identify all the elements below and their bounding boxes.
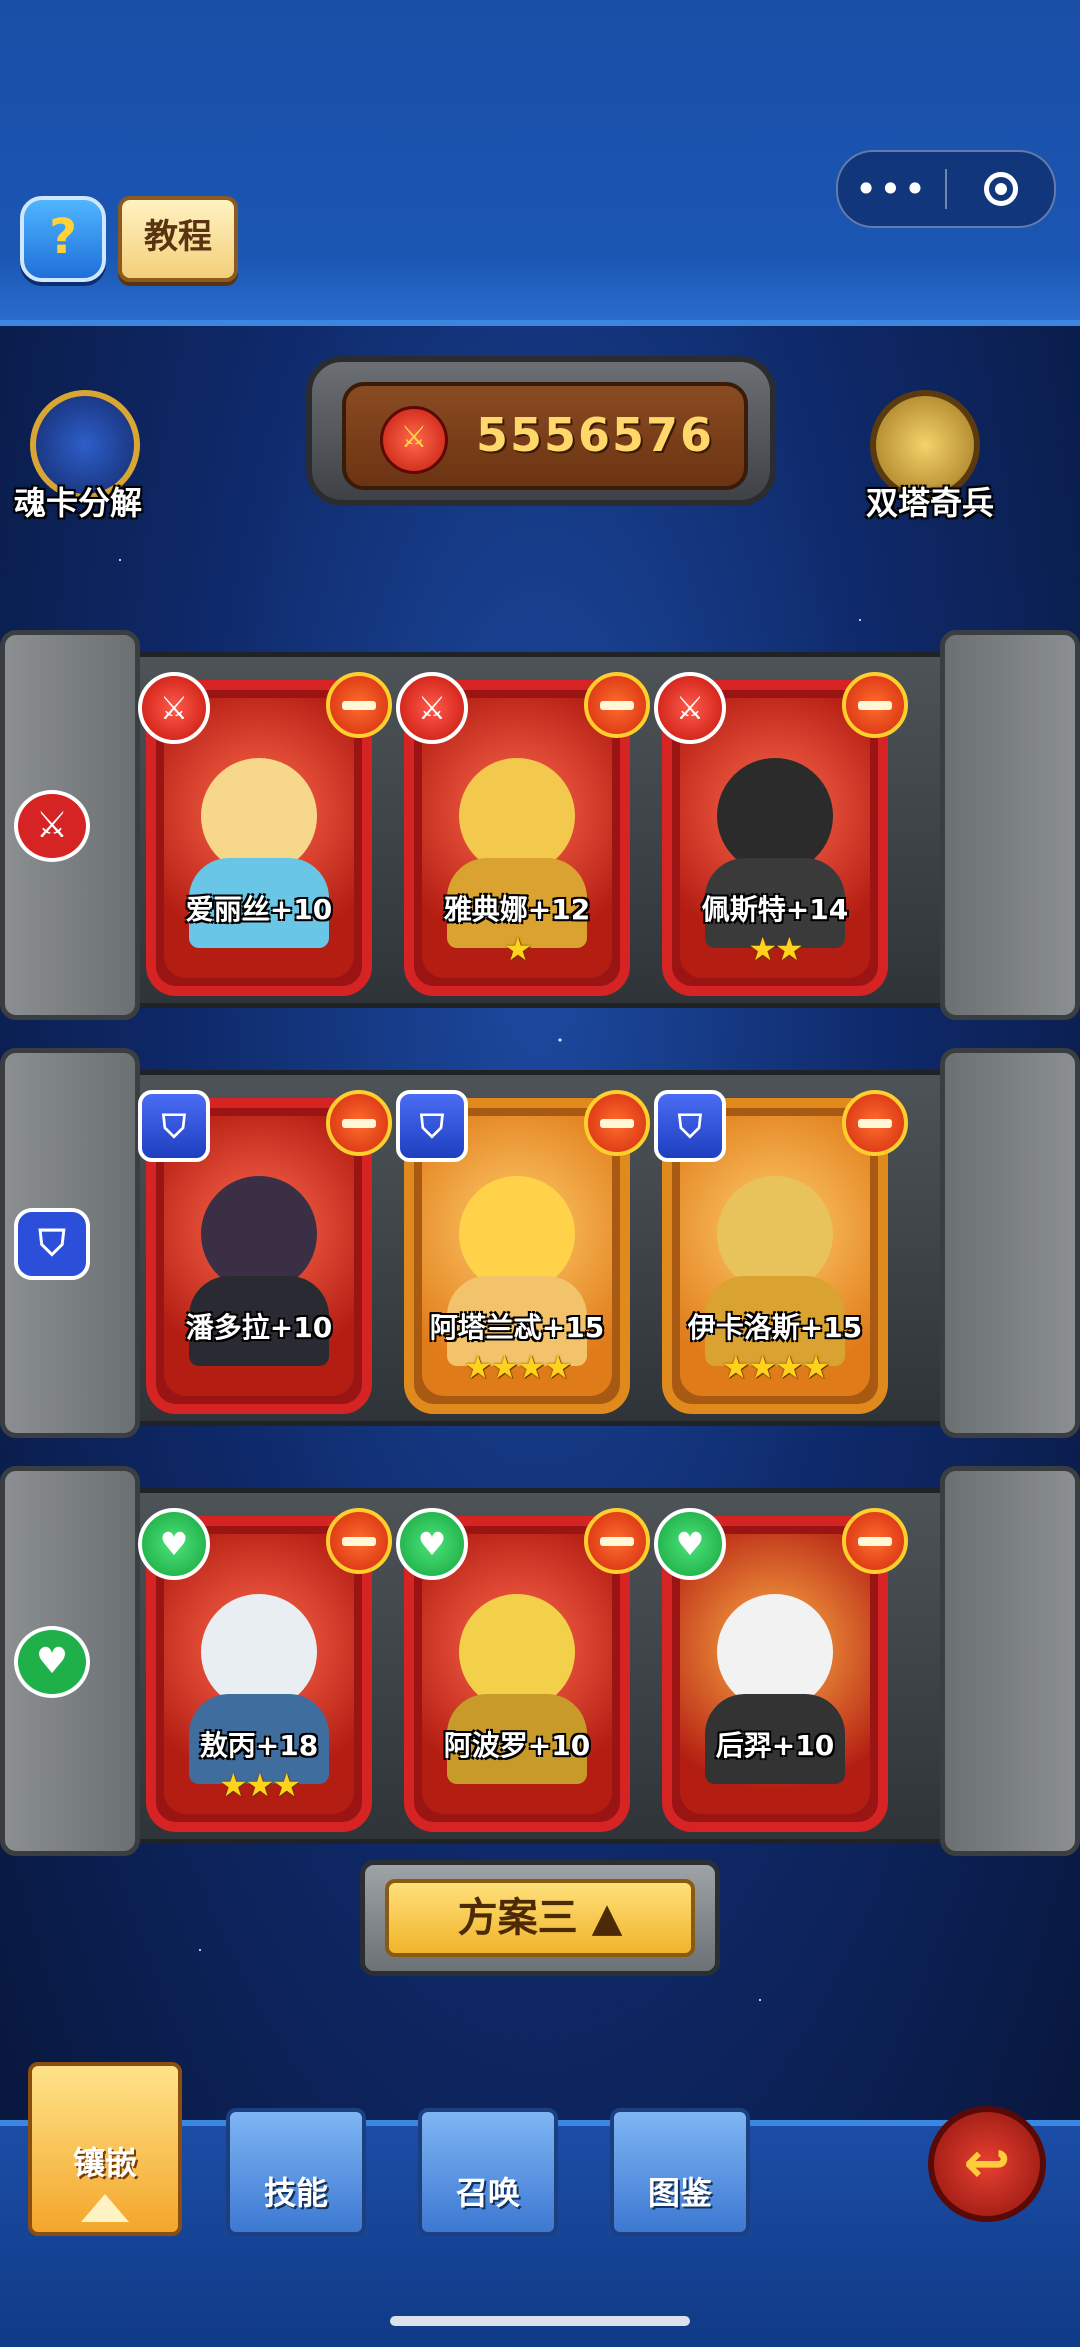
tab-skills[interactable]: 技能 (226, 2108, 366, 2236)
help-button[interactable]: ? (20, 196, 106, 282)
heal-heart-icon: ♥ (654, 1508, 726, 1580)
tab-summon[interactable]: 召唤 (418, 2108, 558, 2236)
remove-hero-button[interactable] (326, 1508, 392, 1574)
team-row-attack: ⚔ 爱丽丝+10 ⚔ 雅典娜+12 ★ ⚔ 佩斯特+14 ★★ ⚔ (0, 630, 1080, 1020)
defense-shield-icon: ⛉ (654, 1090, 726, 1162)
row-right-cap[interactable] (940, 1466, 1080, 1856)
defense-shield-icon: ⛉ (396, 1090, 468, 1162)
attack-sword-icon: ⚔ (654, 672, 726, 744)
remove-hero-button[interactable] (326, 672, 392, 738)
hero-portrait (680, 1534, 870, 1814)
close-target-icon[interactable] (947, 172, 1054, 206)
hero-stars: ★★★ (218, 1766, 301, 1804)
home-indicator (390, 2316, 690, 2326)
heal-heart-icon: ♥ (138, 1508, 210, 1580)
tab-inlay[interactable]: 镶嵌 (28, 2062, 182, 2236)
hero-stars: ★★★★ (721, 1348, 831, 1386)
defense-shield-icon: ⛉ (14, 1208, 90, 1280)
power-score-plate: ⚔ 5556576 (306, 356, 776, 506)
hero-head (459, 1176, 575, 1292)
hero-name: 后羿+10 (715, 1729, 835, 1762)
remove-hero-button[interactable] (842, 672, 908, 738)
remove-hero-button[interactable] (842, 1090, 908, 1156)
soul-card-decompose-label: 魂卡分解 (14, 484, 143, 522)
heal-heart-icon: ♥ (396, 1508, 468, 1580)
team-row-defense: ⛉ 潘多拉+10 ⛉ 阿塔兰忒+15 ★★★★ ⛉ 伊卡洛斯+15 ★★★★ ⛉ (0, 1048, 1080, 1438)
hero-stars: ★★ (748, 930, 803, 968)
power-score-value: 5556576 (476, 408, 715, 462)
remove-hero-button[interactable] (584, 1090, 650, 1156)
hero-head (717, 758, 833, 874)
more-menu-icon[interactable]: ••• (838, 152, 945, 226)
crossed-swords-icon: ⚔ (380, 406, 448, 474)
remove-hero-button[interactable] (842, 1508, 908, 1574)
hero-head (717, 1594, 833, 1710)
active-tab-arrow-icon (81, 2194, 129, 2222)
hero-head (201, 1176, 317, 1292)
tab-label: 镶嵌 (72, 2144, 137, 2182)
heal-heart-icon: ♥ (14, 1626, 90, 1698)
plan-selector-button[interactable]: 方案三 ▲ (360, 1860, 720, 1976)
hero-name: 阿塔兰忒+15 (429, 1311, 605, 1344)
tab-codex[interactable]: 图鉴 (610, 2108, 750, 2236)
hero-name: 雅典娜+12 (443, 893, 591, 926)
hero-stars: ★★★★ (463, 1348, 573, 1386)
hero-head (201, 1594, 317, 1710)
remove-hero-button[interactable] (326, 1090, 392, 1156)
hero-name: 佩斯特+14 (701, 893, 849, 926)
hero-name: 伊卡洛斯+15 (687, 1311, 863, 1344)
remove-hero-button[interactable] (584, 672, 650, 738)
hero-head (717, 1176, 833, 1292)
hero-head (201, 758, 317, 874)
defense-shield-icon: ⛉ (138, 1090, 210, 1162)
hero-name: 阿波罗+10 (443, 1729, 591, 1762)
attack-sword-icon: ⚔ (14, 790, 90, 862)
hero-name: 敖丙+18 (199, 1729, 319, 1762)
back-return-icon[interactable]: ↩ (928, 2106, 1046, 2222)
hero-head (459, 1594, 575, 1710)
row-right-cap[interactable] (940, 1048, 1080, 1438)
attack-sword-icon: ⚔ (138, 672, 210, 744)
tab-label: 技能 (263, 2174, 328, 2212)
power-score-inner: ⚔ 5556576 (342, 382, 748, 490)
hero-portrait (422, 1534, 612, 1814)
hero-stars: ★ (503, 930, 533, 968)
twin-towers-label: 双塔奇兵 (866, 484, 995, 522)
tutorial-button[interactable]: 教程 (118, 196, 238, 282)
plan-selector-label: 方案三 ▲ (385, 1879, 695, 1957)
remove-hero-button[interactable] (584, 1508, 650, 1574)
hero-name: 爱丽丝+10 (185, 893, 333, 926)
team-row-heal: ♥ 敖丙+18 ★★★ ♥ 阿波罗+10 ♥ 后羿+10 ♥ (0, 1466, 1080, 1856)
miniprogram-capsule: ••• (836, 150, 1056, 228)
row-right-cap[interactable] (940, 630, 1080, 1020)
tab-label: 召唤 (455, 2174, 520, 2212)
hero-head (459, 758, 575, 874)
hero-name: 潘多拉+10 (185, 1311, 333, 1344)
tab-label: 图鉴 (647, 2174, 712, 2212)
attack-sword-icon: ⚔ (396, 672, 468, 744)
hero-portrait (164, 698, 354, 978)
